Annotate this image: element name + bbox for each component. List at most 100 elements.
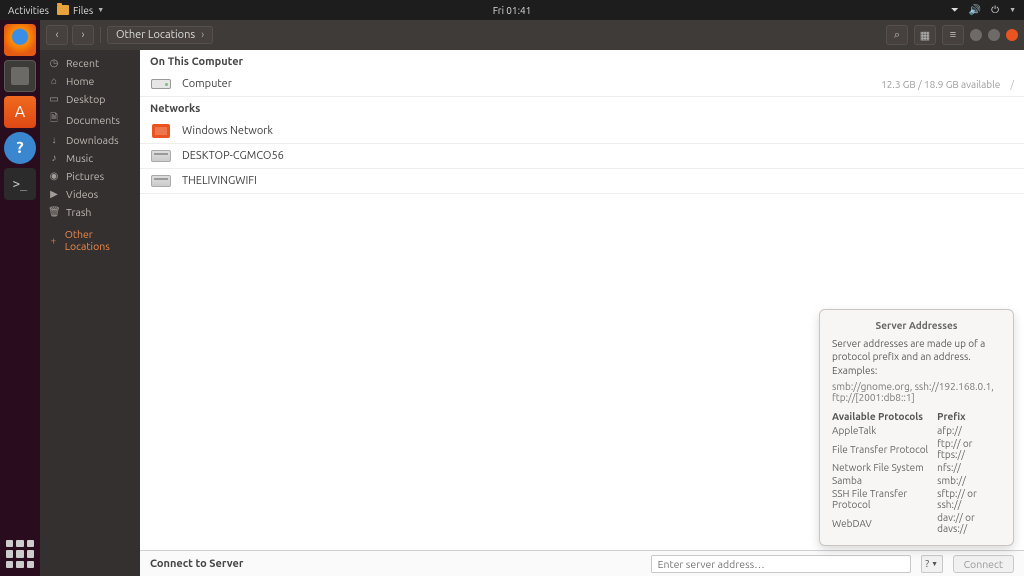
connect-label: Connect to Server (150, 558, 243, 570)
search-button[interactable]: ⌕ (886, 25, 908, 45)
places-sidebar: ◷ Recent ⌂ Home ▭ Desktop 🗎 Documents ↓ Downl… (40, 50, 140, 576)
sidebar-item-label: Other Locations (65, 228, 132, 252)
video-icon: ▶ (48, 188, 60, 200)
sidebar-item-label: Downloads (66, 134, 119, 146)
desktop-icon: ▭ (48, 93, 60, 105)
sidebar-item-label: Desktop (66, 93, 105, 105)
chevron-down-icon: ▼ (1009, 6, 1016, 14)
server-icon (151, 175, 171, 187)
launcher-dock: A ? >_ (0, 20, 40, 576)
sidebar-item-music[interactable]: ♪ Music (40, 149, 140, 167)
grid-icon: ▦ (920, 29, 930, 42)
location-row-computer[interactable]: Computer 12.3 GB / 18.9 GB available / (140, 72, 1024, 97)
window-close-button[interactable] (1006, 29, 1018, 41)
disk-usage: 12.3 GB / 18.9 GB available (881, 79, 1000, 90)
system-status-area[interactable]: ⏷ 🔊 ⏻ ▼ (951, 4, 1016, 16)
sidebar-item-recent[interactable]: ◷ Recent (40, 54, 140, 72)
path-bar[interactable]: Other Locations › (107, 26, 213, 44)
protocols-table: Available ProtocolsPrefix AppleTalkafp:/… (832, 411, 1001, 535)
show-applications-button[interactable] (6, 540, 34, 568)
sidebar-item-documents[interactable]: 🗎 Documents (40, 108, 140, 131)
sidebar-item-label: Trash (66, 206, 91, 218)
content-area: On This Computer Computer 12.3 GB / 18.9… (140, 50, 1024, 576)
table-row: AppleTalkafp:// (832, 424, 1001, 437)
hamburger-menu-button[interactable]: ≡ (942, 25, 964, 45)
app-menu-label: Files (73, 5, 93, 16)
network-name: DESKTOP-CGMCO56 (182, 150, 284, 162)
sidebar-item-label: Documents (66, 114, 120, 126)
network-row[interactable]: DESKTOP-CGMCO56 (140, 144, 1024, 169)
sidebar-item-other-locations[interactable]: + Other Locations (40, 225, 140, 255)
folder-icon (57, 5, 69, 15)
volume-icon: 🔊 (969, 4, 981, 16)
table-row: SSH File Transfer Protocolsftp:// or ssh… (832, 487, 1001, 511)
hamburger-icon: ≡ (950, 29, 956, 41)
sidebar-item-label: Videos (66, 188, 98, 200)
trash-icon: 🗑 (48, 206, 60, 218)
clock-icon: ◷ (48, 57, 60, 69)
network-row[interactable]: THELIVINGWIFI (140, 169, 1024, 194)
sidebar-item-label: Recent (66, 57, 99, 69)
connect-to-server-bar: Connect to Server ?▼ Connect (140, 550, 1024, 576)
sidebar-item-pictures[interactable]: ◉ Pictures (40, 167, 140, 185)
location-name: Computer (182, 78, 232, 90)
recent-servers-button[interactable]: ?▼ (921, 555, 943, 573)
window-maximize-button[interactable] (988, 29, 1000, 41)
nav-forward-button[interactable]: › (72, 25, 94, 45)
dock-app-firefox[interactable] (4, 24, 36, 56)
popover-title: Server Addresses (832, 320, 1001, 331)
dock-app-software[interactable]: A (4, 96, 36, 128)
server-address-input[interactable] (651, 555, 911, 573)
chevron-down-icon: ▼ (97, 6, 104, 14)
music-icon: ♪ (48, 152, 60, 164)
dock-app-files[interactable] (4, 60, 36, 92)
sidebar-item-desktop[interactable]: ▭ Desktop (40, 90, 140, 108)
network-name: Windows Network (182, 125, 273, 137)
plus-icon: + (48, 235, 59, 246)
server-icon (151, 150, 171, 162)
table-header: Prefix (937, 411, 1001, 424)
section-networks: Networks (140, 97, 1024, 119)
sidebar-item-downloads[interactable]: ↓ Downloads (40, 131, 140, 149)
download-icon: ↓ (48, 134, 60, 146)
app-menu[interactable]: Files ▼ (57, 5, 104, 16)
question-icon: ? (925, 558, 929, 569)
sidebar-item-home[interactable]: ⌂ Home (40, 72, 140, 90)
window-minimize-button[interactable] (970, 29, 982, 41)
sidebar-item-label: Pictures (66, 170, 104, 182)
nav-back-button[interactable]: ‹ (46, 25, 68, 45)
popover-examples: smb://gnome.org, ssh://192.168.0.1, ftp:… (832, 381, 1001, 403)
headerbar: ‹ › Other Locations › ⌕ ▦ ≡ (40, 20, 1024, 50)
network-row[interactable]: Windows Network (140, 119, 1024, 144)
table-row: Network File Systemnfs:// (832, 461, 1001, 474)
chevron-right-icon: › (201, 29, 204, 41)
camera-icon: ◉ (48, 170, 60, 182)
gnome-topbar: Activities Files ▼ Fri 01:41 ⏷ 🔊 ⏻ ▼ (0, 0, 1024, 20)
table-row: Sambasmb:// (832, 474, 1001, 487)
home-icon: ⌂ (48, 75, 60, 87)
view-toggle-button[interactable]: ▦ (914, 25, 936, 45)
sidebar-item-label: Home (66, 75, 94, 87)
drive-icon (151, 79, 171, 89)
server-addresses-popover: Server Addresses Server addresses are ma… (819, 309, 1014, 547)
mount-point: / (1010, 79, 1014, 90)
documents-icon: 🗎 (48, 111, 60, 128)
clock[interactable]: Fri 01:41 (493, 5, 532, 16)
files-window: ‹ › Other Locations › ⌕ ▦ ≡ ◷ Recent ⌂ Hom… (40, 20, 1024, 576)
table-row: File Transfer Protocolftp:// or ftps:// (832, 437, 1001, 461)
dock-app-help[interactable]: ? (4, 132, 36, 164)
table-header: Available Protocols (832, 411, 937, 424)
sidebar-item-trash[interactable]: 🗑 Trash (40, 203, 140, 221)
section-on-this-computer: On This Computer (140, 50, 1024, 72)
chevron-down-icon: ▼ (931, 560, 938, 568)
activities-button[interactable]: Activities (8, 5, 49, 16)
network-icon: ⏷ (951, 4, 959, 16)
search-icon: ⌕ (894, 29, 900, 42)
connect-button[interactable]: Connect (953, 555, 1014, 573)
dock-app-terminal[interactable]: >_ (4, 168, 36, 200)
sidebar-item-label: Music (66, 152, 93, 164)
sidebar-item-videos[interactable]: ▶ Videos (40, 185, 140, 203)
path-location: Other Locations (116, 29, 195, 41)
popover-description: Server addresses are made up of a protoc… (832, 337, 1001, 378)
table-row: WebDAVdav:// or davs:// (832, 511, 1001, 535)
